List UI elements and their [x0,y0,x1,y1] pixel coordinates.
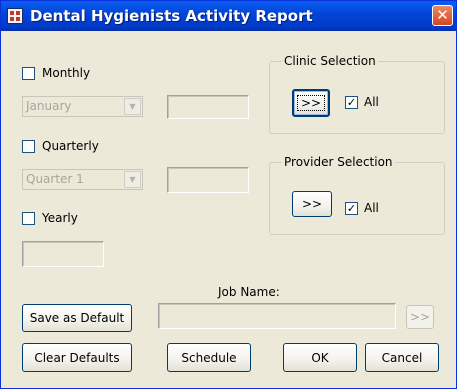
chevron-down-icon[interactable]: ▼ [124,171,141,188]
job-browse-button[interactable]: >> [406,305,434,329]
quarterly-checkbox[interactable] [22,140,35,153]
quarterly-label: Quarterly [42,139,99,153]
ok-button[interactable]: OK [283,343,357,372]
report-dialog: Dental Hygienists Activity Report ✕ Mont… [0,0,457,389]
quarter-select[interactable]: Quarter 1 ▼ [22,169,143,190]
quarter-select-value: Quarter 1 [26,172,84,186]
clinic-select-label: >> [296,95,326,111]
clear-defaults-button[interactable]: Clear Defaults [22,343,132,372]
month-select-value: January [26,99,72,113]
schedule-button[interactable]: Schedule [167,343,251,372]
provider-all-checkbox[interactable]: ✓ [345,202,358,215]
chevron-down-icon[interactable]: ▼ [124,98,141,115]
month-select[interactable]: January ▼ [22,96,143,117]
clinic-select-button[interactable]: >> [292,89,330,117]
clinic-all-checkbox[interactable]: ✓ [345,96,358,109]
yearly-label: Yearly [42,211,78,225]
monthly-label: Monthly [42,66,91,80]
clinic-selection-title: Clinic Selection [282,54,378,68]
yearly-checkbox[interactable] [22,212,35,225]
job-name-input[interactable] [158,303,396,329]
title-bar[interactable]: Dental Hygienists Activity Report ✕ [1,1,456,31]
yearly-year-field [22,241,104,267]
provider-all-label: All [364,201,379,215]
quarterly-year-field [167,167,249,193]
clinic-all-label: All [364,95,379,109]
cancel-button[interactable]: Cancel [365,343,439,372]
window-title: Dental Hygienists Activity Report [30,7,313,25]
close-icon: ✕ [436,6,449,24]
provider-select-button[interactable]: >> [292,191,332,217]
app-icon [7,8,23,24]
job-name-label: Job Name: [218,285,280,299]
provider-selection-title: Provider Selection [282,155,395,169]
monthly-year-field [167,95,249,119]
close-button[interactable]: ✕ [432,5,453,26]
job-browse-label: >> [409,310,431,324]
save-default-button[interactable]: Save as Default [22,304,132,332]
provider-select-label: >> [301,197,323,211]
monthly-checkbox[interactable] [22,67,35,80]
